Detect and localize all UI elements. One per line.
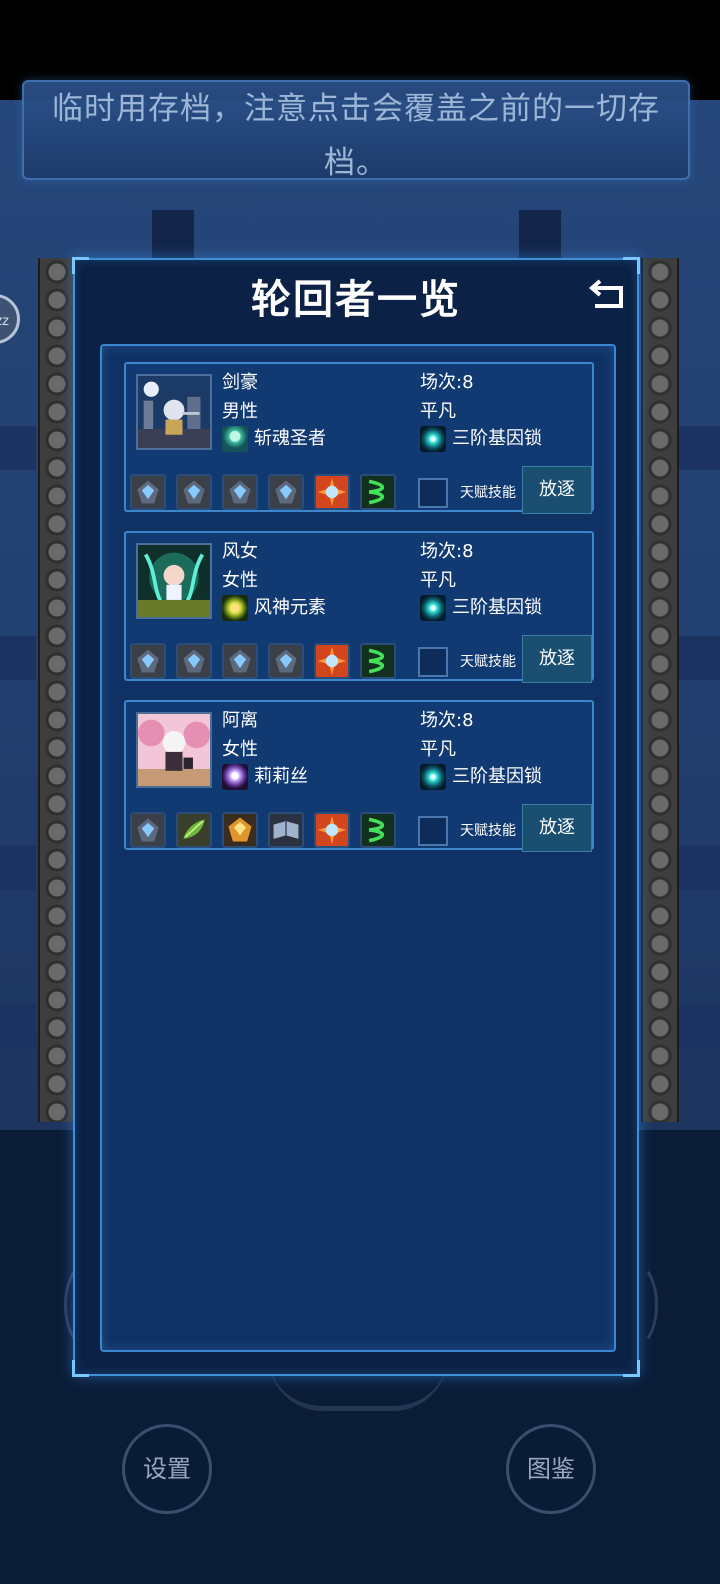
- right-stone-pillar: [641, 258, 679, 1122]
- gene-lock-row: 三阶基因锁: [420, 764, 542, 790]
- round-count: 场次:8: [420, 541, 474, 562]
- back-button[interactable]: [585, 270, 631, 316]
- character-gender: 女性: [222, 739, 258, 760]
- orb-burst-item-icon[interactable]: [314, 643, 350, 679]
- character-card: 风女 女性 风神元素 场次:8 平凡 三阶基因锁 天赋技能 放逐: [124, 531, 594, 683]
- gene-lock-label: 三阶基因锁: [452, 597, 542, 618]
- notice-text: 临时用存档，注意点击会覆盖之前的一切存档。: [52, 91, 660, 181]
- gene-lock-icon: [420, 426, 446, 452]
- rank-label: 平凡: [420, 570, 456, 591]
- dark-crystal-item-icon[interactable]: [130, 474, 166, 510]
- bg-tile: [519, 210, 561, 258]
- notice-banner: 临时用存档，注意点击会覆盖之前的一切存档。: [22, 80, 690, 181]
- round-count: 场次:8: [420, 372, 474, 393]
- dark-crystal-item-icon[interactable]: [130, 812, 166, 848]
- dark-crystal-item-icon[interactable]: [130, 643, 166, 679]
- bg-band: [678, 846, 720, 890]
- exile-button[interactable]: 放逐: [522, 804, 592, 852]
- talent-checkbox[interactable]: [418, 816, 448, 846]
- gene-lock-row: 三阶基因锁: [420, 426, 542, 452]
- bg-band: [678, 636, 720, 680]
- talent-label: 天赋技能: [460, 823, 516, 839]
- green-leaf-item-icon[interactable]: [176, 812, 212, 848]
- orb-burst-item-icon[interactable]: [314, 812, 350, 848]
- character-name: 阿离: [222, 710, 258, 731]
- dark-crystal-item-icon[interactable]: [176, 474, 212, 510]
- character-gender: 女性: [222, 570, 258, 591]
- skill-name: 风神元素: [254, 597, 326, 618]
- bg-band: [0, 1004, 36, 1048]
- skill-row: 风神元素: [222, 595, 326, 621]
- bg-band: [0, 426, 36, 470]
- bg-band: [678, 426, 720, 470]
- bg-band: [678, 1004, 720, 1048]
- character-card: 阿离 女性 莉莉丝 场次:8 平凡 三阶基因锁 天赋技能 放逐: [124, 700, 594, 852]
- dark-crystal-item-icon[interactable]: [268, 474, 304, 510]
- round-count: 场次:8: [420, 710, 474, 731]
- atlas-button[interactable]: 图鉴: [506, 1424, 596, 1514]
- talent-checkbox[interactable]: [418, 647, 448, 677]
- orb-burst-item-icon[interactable]: [314, 474, 350, 510]
- settings-button[interactable]: 设置: [122, 1424, 212, 1514]
- skill-row: 斩魂圣者: [222, 426, 326, 452]
- bg-band: [0, 846, 36, 890]
- return-arrow-icon: [588, 279, 623, 308]
- ghost-skill-icon: [222, 426, 248, 452]
- dark-crystal-item-icon[interactable]: [176, 643, 212, 679]
- green-helix-item-icon[interactable]: [360, 643, 396, 679]
- green-helix-item-icon[interactable]: [360, 812, 396, 848]
- character-name: 风女: [222, 541, 258, 562]
- skill-row: 莉莉丝: [222, 764, 308, 790]
- left-stone-pillar: [38, 258, 76, 1122]
- character-name: 剑豪: [222, 372, 258, 393]
- talent-checkbox[interactable]: [418, 478, 448, 508]
- character-gender: 男性: [222, 401, 258, 422]
- character-card: 剑豪 男性 斩魂圣者 场次:8 平凡 三阶基因锁 天赋技能 放逐: [124, 362, 594, 514]
- gene-lock-label: 三阶基因锁: [452, 766, 542, 787]
- swordsman-portrait: [136, 374, 212, 450]
- gene-lock-icon: [420, 595, 446, 621]
- ali-portrait: [136, 712, 212, 788]
- exile-button[interactable]: 放逐: [522, 635, 592, 683]
- skill-name: 斩魂圣者: [254, 428, 326, 449]
- dark-crystal-item-icon[interactable]: [268, 643, 304, 679]
- talent-label: 天赋技能: [460, 654, 516, 670]
- rank-label: 平凡: [420, 401, 456, 422]
- panel-corner: [72, 1360, 89, 1377]
- bg-band: [0, 636, 36, 680]
- panel-corner: [623, 1360, 640, 1377]
- skill-name: 莉莉丝: [254, 766, 308, 787]
- wind-girl-portrait: [136, 543, 212, 619]
- lilith-skill-icon: [222, 764, 248, 790]
- bg-tile: [152, 210, 194, 258]
- amber-gem-item-icon[interactable]: [222, 812, 258, 848]
- panel-title: 轮回者一览: [251, 277, 461, 323]
- exile-button[interactable]: 放逐: [522, 466, 592, 514]
- character-list: 剑豪 男性 斩魂圣者 场次:8 平凡 三阶基因锁 天赋技能 放逐 风女 女性 风…: [100, 344, 616, 1352]
- gene-lock-icon: [420, 764, 446, 790]
- dark-crystal-item-icon[interactable]: [222, 643, 258, 679]
- dark-crystal-item-icon[interactable]: [222, 474, 258, 510]
- green-helix-item-icon[interactable]: [360, 474, 396, 510]
- gene-lock-row: 三阶基因锁: [420, 595, 542, 621]
- gene-lock-label: 三阶基因锁: [452, 428, 542, 449]
- rank-label: 平凡: [420, 739, 456, 760]
- reincarnator-list-panel: 轮回者一览 剑豪 男性 斩魂圣者 场次:8 平凡 三阶基因锁 天赋技能 放逐 风…: [72, 257, 640, 1377]
- talent-label: 天赋技能: [460, 485, 516, 501]
- wind-skill-icon: [222, 595, 248, 621]
- side-badge-label: zz: [0, 314, 9, 329]
- spell-book-item-icon[interactable]: [268, 812, 304, 848]
